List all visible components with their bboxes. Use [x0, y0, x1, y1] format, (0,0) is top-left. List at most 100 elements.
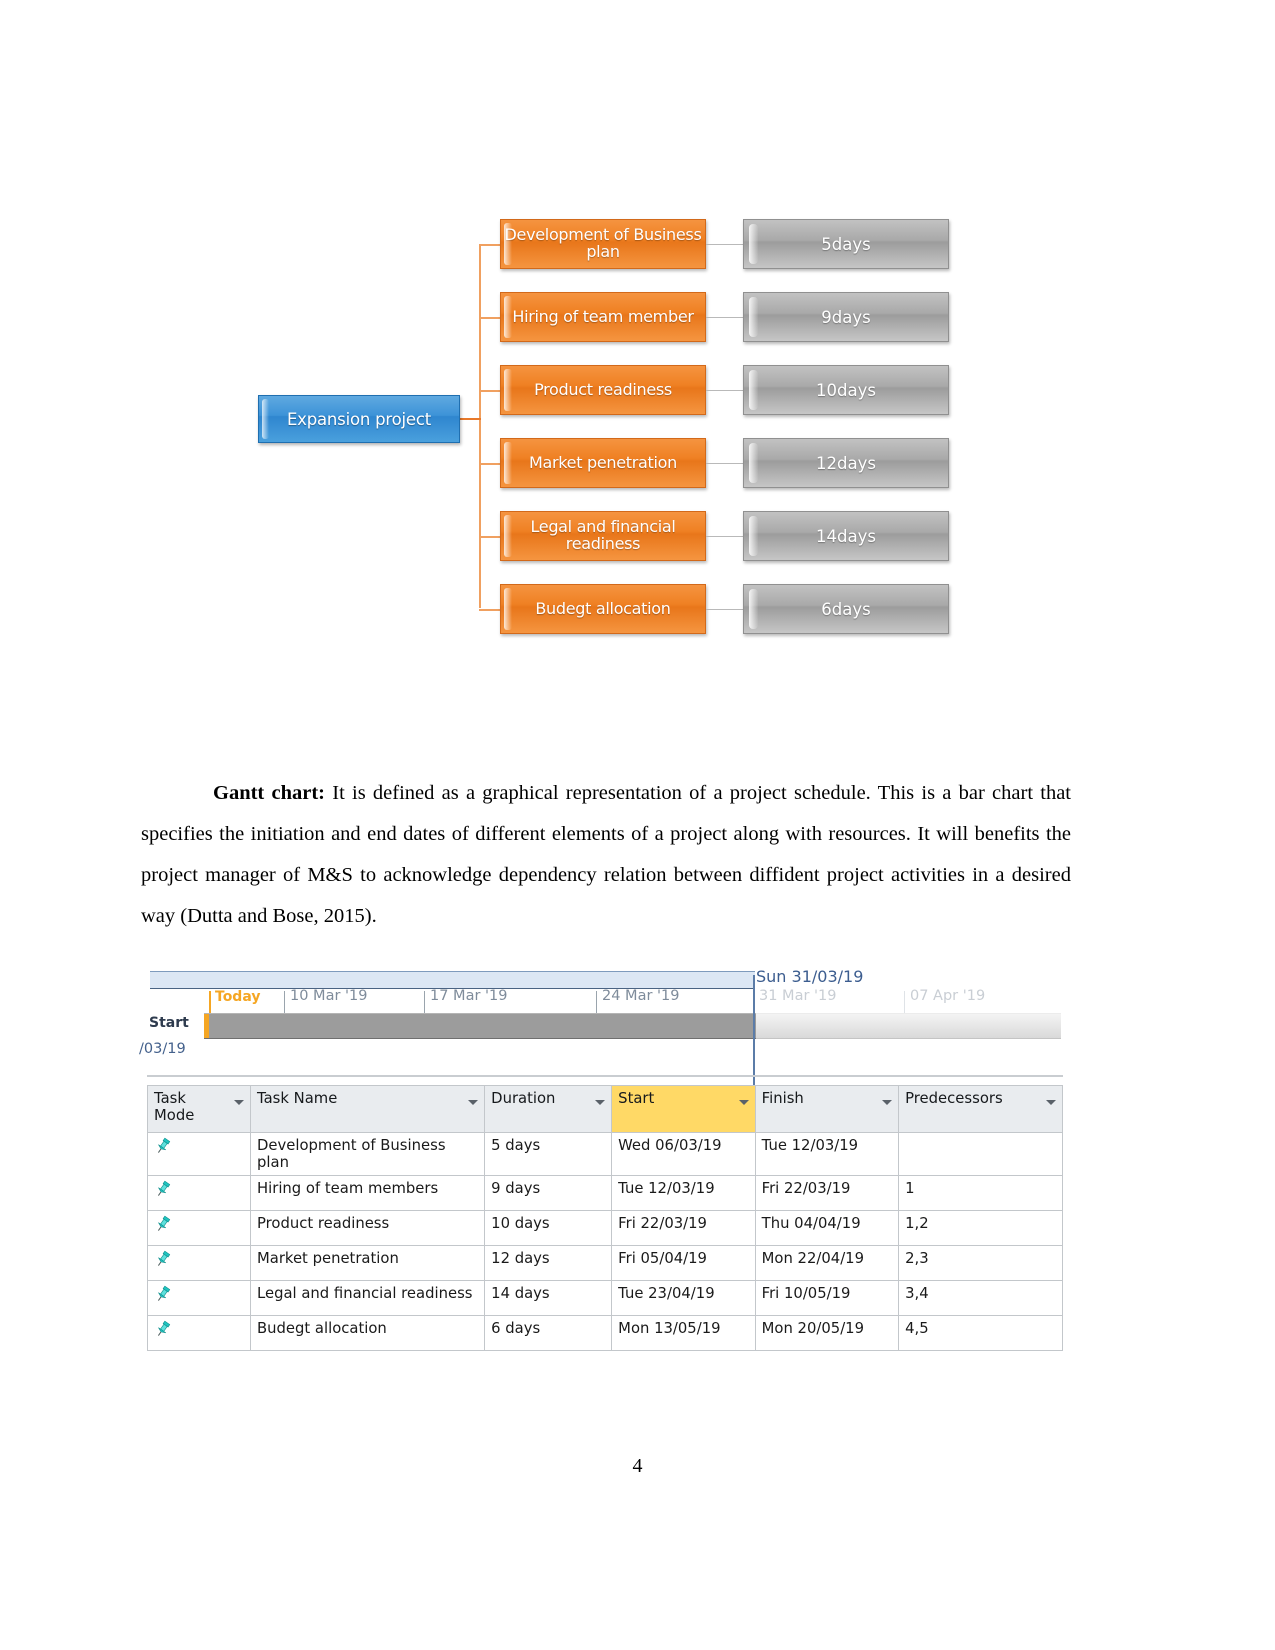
column-header-duration[interactable]: Duration: [484, 1085, 613, 1133]
table-row[interactable]: Legal and financial readiness 14 days Tu…: [147, 1280, 1063, 1316]
wbs-task-node: Budegt allocation: [500, 584, 706, 634]
auto-schedule-pin-icon[interactable]: [154, 1180, 172, 1198]
cell-finish[interactable]: Fri 10/05/19: [754, 1280, 900, 1316]
column-header-label: Predecessors: [905, 1090, 1003, 1107]
cell-task-mode[interactable]: [147, 1210, 251, 1246]
column-header-finish[interactable]: Finish: [754, 1085, 900, 1133]
chevron-down-icon[interactable]: [738, 1100, 749, 1105]
chevron-down-icon[interactable]: [468, 1100, 479, 1105]
table-row[interactable]: Market penetration 12 days Fri 05/04/19 …: [147, 1245, 1063, 1281]
column-header-start[interactable]: Start: [611, 1085, 756, 1133]
chevron-down-icon[interactable]: [882, 1100, 893, 1105]
column-header-task-name[interactable]: Task Name: [249, 1085, 486, 1133]
table-top-divider: [147, 1075, 1063, 1077]
cell-finish[interactable]: Thu 04/04/19: [754, 1210, 900, 1246]
cell-task-mode[interactable]: [147, 1175, 251, 1211]
table-row[interactable]: Hiring of team members 9 days Tue 12/03/…: [147, 1175, 1063, 1211]
cell-start[interactable]: Wed 06/03/19: [611, 1132, 756, 1176]
wbs-duration-node: 5days: [743, 219, 949, 269]
auto-schedule-pin-icon[interactable]: [154, 1137, 172, 1155]
cell-predecessors[interactable]: 3,4: [898, 1280, 1063, 1316]
wbs-duration-node: 12days: [743, 438, 949, 488]
auto-schedule-pin-icon[interactable]: [154, 1320, 172, 1338]
wbs-duration-node: 9days: [743, 292, 949, 342]
cell-duration[interactable]: 5 days: [484, 1132, 613, 1176]
wbs-root-node: Expansion project: [258, 395, 460, 443]
cell-finish[interactable]: Mon 22/04/19: [754, 1245, 900, 1281]
cell-start[interactable]: Fri 22/03/19: [611, 1210, 756, 1246]
column-header-label: Task Mode: [154, 1090, 195, 1124]
gantt-chart: Today 10 Mar '19 17 Mar '19 24 Mar '19 3…: [139, 963, 1063, 1373]
chevron-down-icon[interactable]: [234, 1100, 244, 1105]
wbs-branch-connector: [479, 244, 501, 246]
column-header-label: Task Name: [257, 1090, 338, 1107]
cell-duration[interactable]: 12 days: [484, 1245, 613, 1281]
cell-duration[interactable]: 6 days: [484, 1315, 613, 1351]
cell-predecessors[interactable]: 1: [898, 1175, 1063, 1211]
auto-schedule-pin-icon[interactable]: [154, 1250, 172, 1268]
cell-predecessors[interactable]: 1,2: [898, 1210, 1063, 1246]
wbs-task-node: Hiring of team member: [500, 292, 706, 342]
cell-task-mode[interactable]: [147, 1245, 251, 1281]
timeline-date-label: 31 Mar '19: [759, 988, 837, 1004]
cell-task-name[interactable]: Budegt allocation: [249, 1315, 486, 1351]
wbs-duration-connector: [706, 609, 744, 610]
cell-task-mode[interactable]: [147, 1132, 251, 1176]
cell-finish[interactable]: Mon 20/05/19: [754, 1315, 900, 1351]
wbs-root-label: Expansion project: [286, 409, 432, 429]
wbs-duration-node: 6days: [743, 584, 949, 634]
chevron-down-icon[interactable]: [595, 1100, 606, 1105]
table-header-row: Task Mode Task Name Duration Start Finis…: [147, 1085, 1063, 1133]
cell-start[interactable]: Mon 13/05/19: [611, 1315, 756, 1351]
wbs-duration-connector: [706, 390, 744, 391]
wbs-task-label: Market penetration: [529, 452, 677, 472]
auto-schedule-pin-icon[interactable]: [154, 1285, 172, 1303]
table-row[interactable]: Development of Business plan 5 days Wed …: [147, 1132, 1063, 1176]
column-header-label: Start: [618, 1090, 655, 1107]
cell-task-mode[interactable]: [147, 1280, 251, 1316]
cell-finish[interactable]: Fri 22/03/19: [754, 1175, 900, 1211]
gantt-task-table: Task Mode Task Name Duration Start Finis…: [147, 1085, 1063, 1351]
wbs-spine-connector: [479, 244, 481, 608]
column-header-task-mode[interactable]: Task Mode: [147, 1085, 251, 1133]
wbs-duration-connector: [706, 244, 744, 245]
cell-task-mode[interactable]: [147, 1315, 251, 1351]
cell-start[interactable]: Tue 12/03/19: [611, 1175, 756, 1211]
wbs-task-label: Hiring of team member: [512, 306, 694, 326]
timeline-date-label: 24 Mar '19: [602, 988, 680, 1004]
column-header-predecessors[interactable]: Predecessors: [898, 1085, 1063, 1133]
wbs-duration-label: 10days: [816, 380, 876, 400]
wbs-duration-label: 14days: [816, 526, 876, 546]
chevron-down-icon[interactable]: [1046, 1100, 1056, 1105]
timeline-band: [150, 971, 755, 989]
wbs-task-label: Budegt allocation: [535, 598, 671, 618]
cell-task-name[interactable]: Legal and financial readiness: [249, 1280, 486, 1316]
table-row[interactable]: Product readiness 10 days Fri 22/03/19 T…: [147, 1210, 1063, 1246]
cell-predecessors[interactable]: 2,3: [898, 1245, 1063, 1281]
cell-duration[interactable]: 10 days: [484, 1210, 613, 1246]
cell-finish[interactable]: Tue 12/03/19: [754, 1132, 900, 1176]
auto-schedule-pin-icon[interactable]: [154, 1215, 172, 1233]
wbs-branch-connector: [479, 317, 501, 319]
cell-task-name[interactable]: Market penetration: [249, 1245, 486, 1281]
cell-task-name[interactable]: Development of Business plan: [249, 1132, 486, 1176]
cell-task-name[interactable]: Hiring of team members: [249, 1175, 486, 1211]
cell-duration[interactable]: 14 days: [484, 1280, 613, 1316]
wbs-duration-label: 5days: [821, 234, 871, 254]
cell-start[interactable]: Fri 05/04/19: [611, 1245, 756, 1281]
cell-predecessors[interactable]: [898, 1132, 1063, 1176]
timeline-date-label: 10 Mar '19: [290, 988, 368, 1004]
body-paragraph: Gantt chart: It is defined as a graphica…: [141, 773, 1071, 937]
cell-start[interactable]: Tue 23/04/19: [611, 1280, 756, 1316]
cell-task-name[interactable]: Product readiness: [249, 1210, 486, 1246]
wbs-branch-connector: [479, 609, 501, 611]
wbs-task-node: Market penetration: [500, 438, 706, 488]
wbs-root-connector: [458, 418, 481, 420]
wbs-duration-connector: [706, 463, 744, 464]
wbs-branch-connector: [479, 536, 501, 538]
timeline-tick: [284, 991, 285, 1013]
cell-predecessors[interactable]: 4,5: [898, 1315, 1063, 1351]
timeline-start-date: /03/19: [139, 1041, 186, 1057]
table-row[interactable]: Budegt allocation 6 days Mon 13/05/19 Mo…: [147, 1315, 1063, 1351]
cell-duration[interactable]: 9 days: [484, 1175, 613, 1211]
